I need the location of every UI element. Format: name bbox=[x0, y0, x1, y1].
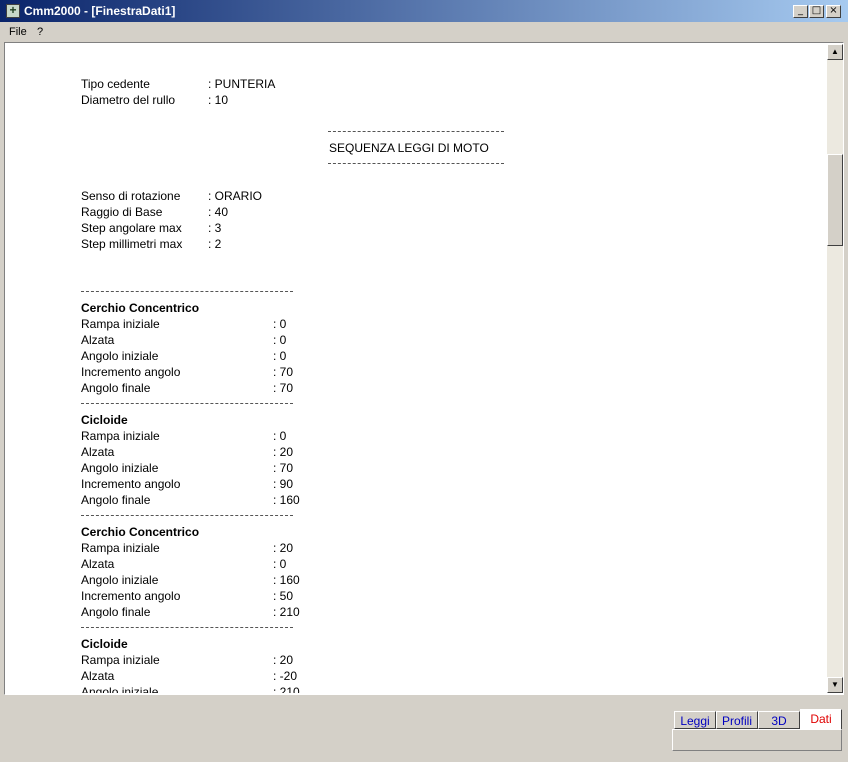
row-value: : 0 bbox=[273, 349, 287, 363]
row-value: : 90 bbox=[273, 477, 294, 491]
row-label: Angolo iniziale bbox=[81, 461, 159, 475]
row-value: : 0 bbox=[273, 429, 287, 443]
document-frame: Tipo cedente : PUNTERIA Diametro del rul… bbox=[4, 42, 844, 695]
step-mm-value: : 2 bbox=[208, 237, 222, 251]
row-value: : 0 bbox=[273, 333, 287, 347]
minimize-button[interactable]: _ bbox=[793, 5, 808, 18]
section-title: Cerchio Concentrico bbox=[81, 525, 200, 539]
separator bbox=[81, 291, 293, 292]
window-title: Cmm2000 - [FinestraDati1] bbox=[24, 4, 176, 18]
maximize-button[interactable]: □ bbox=[809, 5, 824, 18]
row-value: : 50 bbox=[273, 589, 294, 603]
row-label: Angolo iniziale bbox=[81, 685, 159, 693]
tab-dati[interactable]: Dati bbox=[800, 709, 842, 730]
tab-leggi[interactable]: Leggi bbox=[674, 711, 716, 729]
tab-panel bbox=[672, 729, 842, 751]
senso-label: Senso di rotazione bbox=[81, 189, 181, 203]
scroll-down-button[interactable]: ▼ bbox=[827, 677, 843, 693]
row-label: Angolo iniziale bbox=[81, 349, 159, 363]
section-title: Cicloide bbox=[81, 413, 128, 427]
separator bbox=[81, 627, 293, 628]
row-value: : 70 bbox=[273, 365, 294, 379]
row-label: Rampa iniziale bbox=[81, 317, 160, 331]
separator bbox=[328, 131, 504, 132]
row-value: : 20 bbox=[273, 653, 294, 667]
row-value: : 210 bbox=[273, 685, 300, 693]
menu-bar: File ? bbox=[0, 22, 848, 42]
senso-value: : ORARIO bbox=[208, 189, 263, 203]
close-button[interactable]: × bbox=[826, 5, 841, 18]
row-label: Angolo finale bbox=[81, 381, 151, 395]
raggio-value: : 40 bbox=[208, 205, 229, 219]
row-label: Rampa iniziale bbox=[81, 541, 160, 555]
row-value: : 0 bbox=[273, 557, 287, 571]
row-value: : 0 bbox=[273, 317, 287, 331]
scroll-up-button[interactable]: ▲ bbox=[827, 44, 843, 60]
step-angolare-label: Step angolare max bbox=[81, 221, 182, 235]
tab-3d[interactable]: 3D bbox=[758, 711, 800, 729]
scroll-thumb[interactable] bbox=[827, 154, 843, 246]
menu-help[interactable]: ? bbox=[37, 26, 43, 38]
row-label: Alzata bbox=[81, 557, 115, 571]
separator bbox=[328, 163, 504, 164]
row-value: : 160 bbox=[273, 493, 300, 507]
step-mm-label: Step millimetri max bbox=[81, 237, 183, 251]
step-angolare-value: : 3 bbox=[208, 221, 222, 235]
separator bbox=[81, 403, 293, 404]
row-value: : 210 bbox=[273, 605, 300, 619]
row-label: Rampa iniziale bbox=[81, 429, 160, 443]
row-label: Angolo finale bbox=[81, 493, 151, 507]
raggio-label: Raggio di Base bbox=[81, 205, 163, 219]
row-label: Incremento angolo bbox=[81, 477, 181, 491]
title-bar[interactable]: + Cmm2000 - [FinestraDati1] _ □ × bbox=[0, 0, 848, 22]
row-label: Incremento angolo bbox=[81, 589, 181, 603]
vertical-scrollbar[interactable]: ▲ ▼ bbox=[827, 44, 843, 693]
row-value: : -20 bbox=[273, 669, 298, 683]
row-value: : 70 bbox=[273, 461, 294, 475]
row-value: : 20 bbox=[273, 541, 294, 555]
row-label: Alzata bbox=[81, 669, 115, 683]
separator bbox=[81, 515, 293, 516]
tab-profili[interactable]: Profili bbox=[716, 711, 758, 729]
plus-icon[interactable]: + bbox=[6, 4, 20, 18]
diametro-label: Diametro del rullo bbox=[81, 93, 176, 107]
row-label: Rampa iniziale bbox=[81, 653, 160, 667]
tipo-value: : PUNTERIA bbox=[208, 77, 276, 91]
tab-area: Leggi Profili 3D Dati bbox=[0, 695, 848, 762]
menu-file[interactable]: File bbox=[9, 26, 27, 38]
row-value: : 70 bbox=[273, 381, 294, 395]
row-label: Alzata bbox=[81, 333, 115, 347]
row-value: : 20 bbox=[273, 445, 294, 459]
sequence-title: SEQUENZA LEGGI DI MOTO bbox=[329, 141, 489, 155]
row-label: Incremento angolo bbox=[81, 365, 181, 379]
diametro-value: : 10 bbox=[208, 93, 229, 107]
row-label: Angolo finale bbox=[81, 605, 151, 619]
tipo-label: Tipo cedente bbox=[81, 77, 150, 91]
section-title: Cicloide bbox=[81, 637, 128, 651]
row-label: Alzata bbox=[81, 445, 115, 459]
row-label: Angolo iniziale bbox=[81, 573, 159, 587]
row-value: : 160 bbox=[273, 573, 300, 587]
document-view[interactable]: Tipo cedente : PUNTERIA Diametro del rul… bbox=[6, 44, 827, 693]
section-title: Cerchio Concentrico bbox=[81, 301, 200, 315]
